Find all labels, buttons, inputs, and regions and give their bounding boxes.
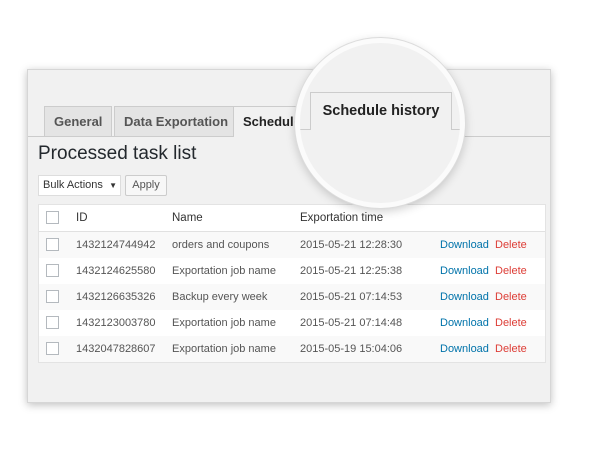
tab-schedule-history[interactable]: Schedule h: [233, 106, 301, 137]
column-header-id[interactable]: ID: [76, 205, 88, 231]
table-row: 1432123003780 Exportation job name 2015-…: [39, 310, 545, 336]
magnified-tab-baseline: [300, 129, 310, 130]
row-name: orders and coupons: [172, 239, 270, 251]
bulk-actions-select[interactable]: Bulk Actions ▼: [38, 175, 121, 196]
admin-panel: General Data Exportation Schedule h Proc…: [27, 69, 551, 403]
row-name: Exportation job name: [172, 317, 276, 329]
row-time: 2015-05-21 12:28:30: [300, 239, 403, 251]
select-all-checkbox[interactable]: [46, 211, 59, 224]
row-checkbox[interactable]: [46, 238, 59, 251]
row-id: 1432123003780: [76, 317, 156, 329]
column-header-name[interactable]: Name: [172, 205, 203, 231]
download-link[interactable]: Download: [440, 336, 489, 362]
row-checkbox[interactable]: [46, 264, 59, 277]
download-link[interactable]: Download: [440, 258, 489, 284]
row-id: 1432047828607: [76, 343, 156, 355]
row-id: 1432126635326: [76, 291, 156, 303]
delete-link[interactable]: Delete: [495, 258, 527, 284]
table-row: 1432124625580 Exportation job name 2015-…: [39, 258, 545, 284]
download-link[interactable]: Download: [440, 232, 489, 258]
table-row: 1432124744942 orders and coupons 2015-05…: [39, 232, 545, 258]
dropdown-arrow-icon: ▼: [109, 181, 117, 190]
tab-bar: General Data Exportation Schedule h: [28, 106, 550, 137]
row-id: 1432124625580: [76, 265, 156, 277]
magnified-tab-schedule-history: Schedule history: [310, 92, 452, 130]
table-header: ID Name Exportation time: [39, 205, 545, 232]
table-body: 1432124744942 orders and coupons 2015-05…: [39, 232, 545, 362]
magnifier-lens: Schedule history: [295, 38, 465, 208]
row-time: 2015-05-21 07:14:48: [300, 317, 403, 329]
delete-link[interactable]: Delete: [495, 336, 527, 362]
row-id: 1432124744942: [76, 239, 156, 251]
table-row: 1432047828607 Exportation job name 2015-…: [39, 336, 545, 362]
bulk-actions-value: Bulk Actions: [43, 179, 103, 191]
tab-general[interactable]: General: [44, 106, 113, 136]
row-time: 2015-05-21 12:25:38: [300, 265, 403, 277]
download-link[interactable]: Download: [440, 284, 489, 310]
download-link[interactable]: Download: [440, 310, 489, 336]
magnified-tab-baseline: [451, 129, 460, 130]
task-table: ID Name Exportation time 1432124744942 o…: [38, 204, 546, 363]
delete-link[interactable]: Delete: [495, 232, 527, 258]
column-header-time[interactable]: Exportation time: [300, 205, 383, 231]
apply-button[interactable]: Apply: [125, 175, 167, 196]
row-checkbox[interactable]: [46, 290, 59, 303]
row-checkbox[interactable]: [46, 316, 59, 329]
row-name: Exportation job name: [172, 265, 276, 277]
row-name: Backup every week: [172, 291, 268, 303]
table-row: 1432126635326 Backup every week 2015-05-…: [39, 284, 545, 310]
delete-link[interactable]: Delete: [495, 310, 527, 336]
row-time: 2015-05-19 15:04:06: [300, 343, 403, 355]
row-checkbox[interactable]: [46, 342, 59, 355]
tab-data-exportation[interactable]: Data Exportation: [114, 106, 239, 136]
page-title: Processed task list: [38, 143, 197, 164]
delete-link[interactable]: Delete: [495, 284, 527, 310]
row-name: Exportation job name: [172, 343, 276, 355]
row-time: 2015-05-21 07:14:53: [300, 291, 403, 303]
